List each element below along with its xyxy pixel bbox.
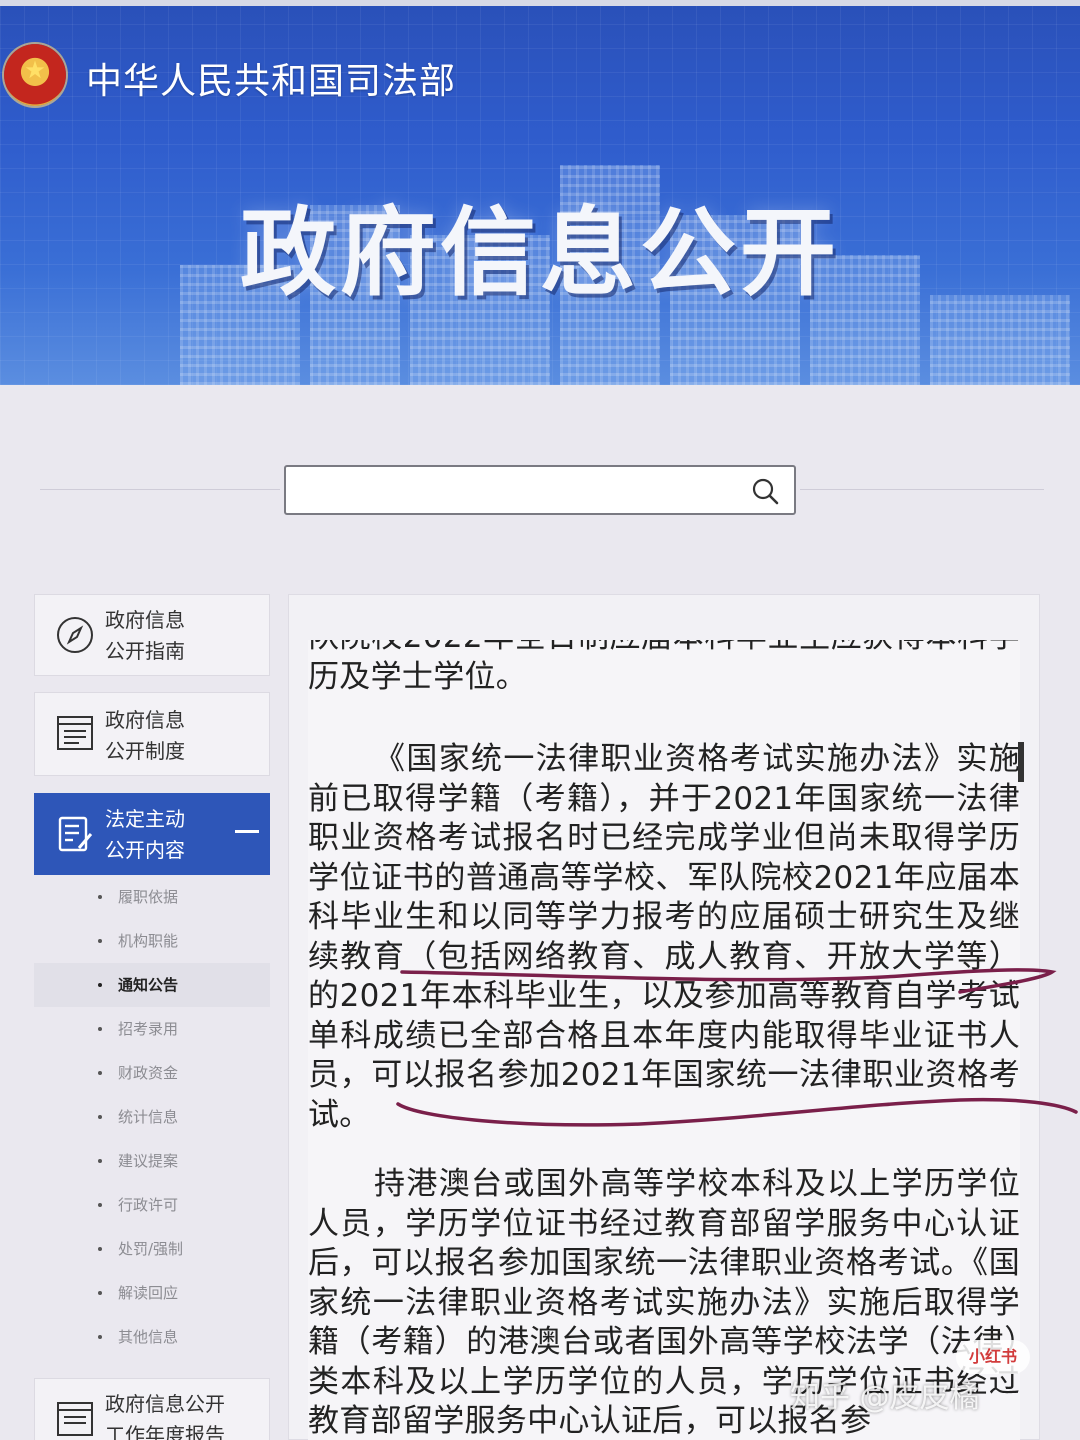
bullet-icon	[98, 1203, 102, 1207]
sub-item-interpretation[interactable]: 解读回应	[34, 1271, 270, 1315]
document-list-icon	[57, 1402, 93, 1436]
sub-item-label: 履职依据	[118, 888, 179, 906]
header-banner: 中华人民共和国司法部 政府信息公开	[0, 0, 1080, 385]
document-paragraph: 队院校2022年全日制应届本科毕业生应获得本科学历及学士学位。	[308, 640, 1020, 695]
document-scrollbar[interactable]	[1018, 742, 1024, 782]
sidebar-item-label: 政府信息公开	[105, 1392, 225, 1416]
sub-item-label: 统计信息	[118, 1108, 179, 1126]
sub-item-label: 处罚/强制	[118, 1240, 184, 1258]
bullet-icon	[98, 983, 102, 987]
sub-item-statistics[interactable]: 统计信息	[34, 1095, 270, 1139]
sub-item-label: 建议提案	[118, 1152, 179, 1170]
sidebar-item-label: 公开制度	[105, 739, 185, 763]
sidebar-item-label: 政府信息	[105, 608, 185, 632]
sidebar-item-statutory-disclosure[interactable]: 法定主动 公开内容	[34, 793, 270, 875]
sub-item-other[interactable]: 其他信息	[34, 1315, 270, 1359]
bullet-icon	[98, 1291, 102, 1295]
sub-item-label: 解读回应	[118, 1284, 179, 1302]
document-list-icon	[57, 716, 93, 750]
national-emblem-icon[interactable]	[4, 44, 66, 106]
sub-item-functions[interactable]: 机构职能	[34, 919, 270, 963]
collapse-icon[interactable]	[235, 830, 259, 833]
bullet-icon	[98, 1071, 102, 1075]
sub-item-licensing[interactable]: 行政许可	[34, 1183, 270, 1227]
sidebar-item-label: 公开指南	[105, 639, 185, 663]
bullet-icon	[98, 939, 102, 943]
sidebar-item-label: 工作年度报告	[105, 1423, 225, 1440]
bullet-icon	[98, 1115, 102, 1119]
divider	[800, 489, 1044, 490]
sidebar-item-label: 政府信息	[105, 708, 185, 732]
hero-title: 政府信息公开	[240, 197, 840, 309]
sidebar-item-label: 法定主动	[105, 807, 185, 831]
divider	[40, 489, 280, 490]
sub-item-recruitment[interactable]: 招考录用	[34, 1007, 270, 1051]
bullet-icon	[98, 1159, 102, 1163]
sub-item-penalties[interactable]: 处罚/强制	[34, 1227, 270, 1271]
sidebar-item-disclosure-guide[interactable]: 政府信息 公开指南	[34, 594, 270, 676]
sub-item-label: 机构职能	[118, 932, 179, 950]
sub-item-label: 其他信息	[118, 1328, 179, 1346]
bullet-icon	[98, 895, 102, 899]
document-paragraph: 《国家统一法律职业资格考试实施办法》实施前已取得学籍（考籍），并于2021年国家…	[308, 741, 1020, 1133]
sub-item-label: 财政资金	[118, 1064, 179, 1082]
sub-item-finance[interactable]: 财政资金	[34, 1051, 270, 1095]
sub-item-label: 通知公告	[118, 976, 179, 994]
ministry-name[interactable]: 中华人民共和国司法部	[86, 52, 456, 104]
sidebar-item-annual-report[interactable]: 政府信息公开 工作年度报告	[34, 1378, 270, 1440]
watermark-text: 知乎 @皮皮橘	[790, 1380, 980, 1415]
sidebar-item-disclosure-system[interactable]: 政府信息 公开制度	[34, 692, 270, 776]
xiaohongshu-badge: 小红书	[956, 1340, 1030, 1374]
sidebar-item-label: 公开内容	[105, 838, 185, 862]
search-icon[interactable]	[750, 476, 780, 506]
bullet-icon	[98, 1027, 102, 1031]
sub-item-label: 招考录用	[118, 1020, 179, 1038]
sub-item-label: 行政许可	[118, 1196, 179, 1214]
bullet-icon	[98, 1335, 102, 1339]
edit-document-icon	[58, 816, 93, 852]
sub-item-duty-basis[interactable]: 履职依据	[34, 875, 270, 919]
sub-item-proposals[interactable]: 建议提案	[34, 1139, 270, 1183]
document-viewer[interactable]: 队院校2022年全日制应届本科毕业生应获得本科学历及学士学位。 《国家统一法律职…	[308, 640, 1020, 1440]
bullet-icon	[98, 1247, 102, 1251]
search-input[interactable]	[284, 465, 796, 515]
top-strip	[0, 0, 1080, 6]
sub-item-notices[interactable]: 通知公告	[34, 963, 270, 1007]
compass-icon	[57, 617, 93, 653]
